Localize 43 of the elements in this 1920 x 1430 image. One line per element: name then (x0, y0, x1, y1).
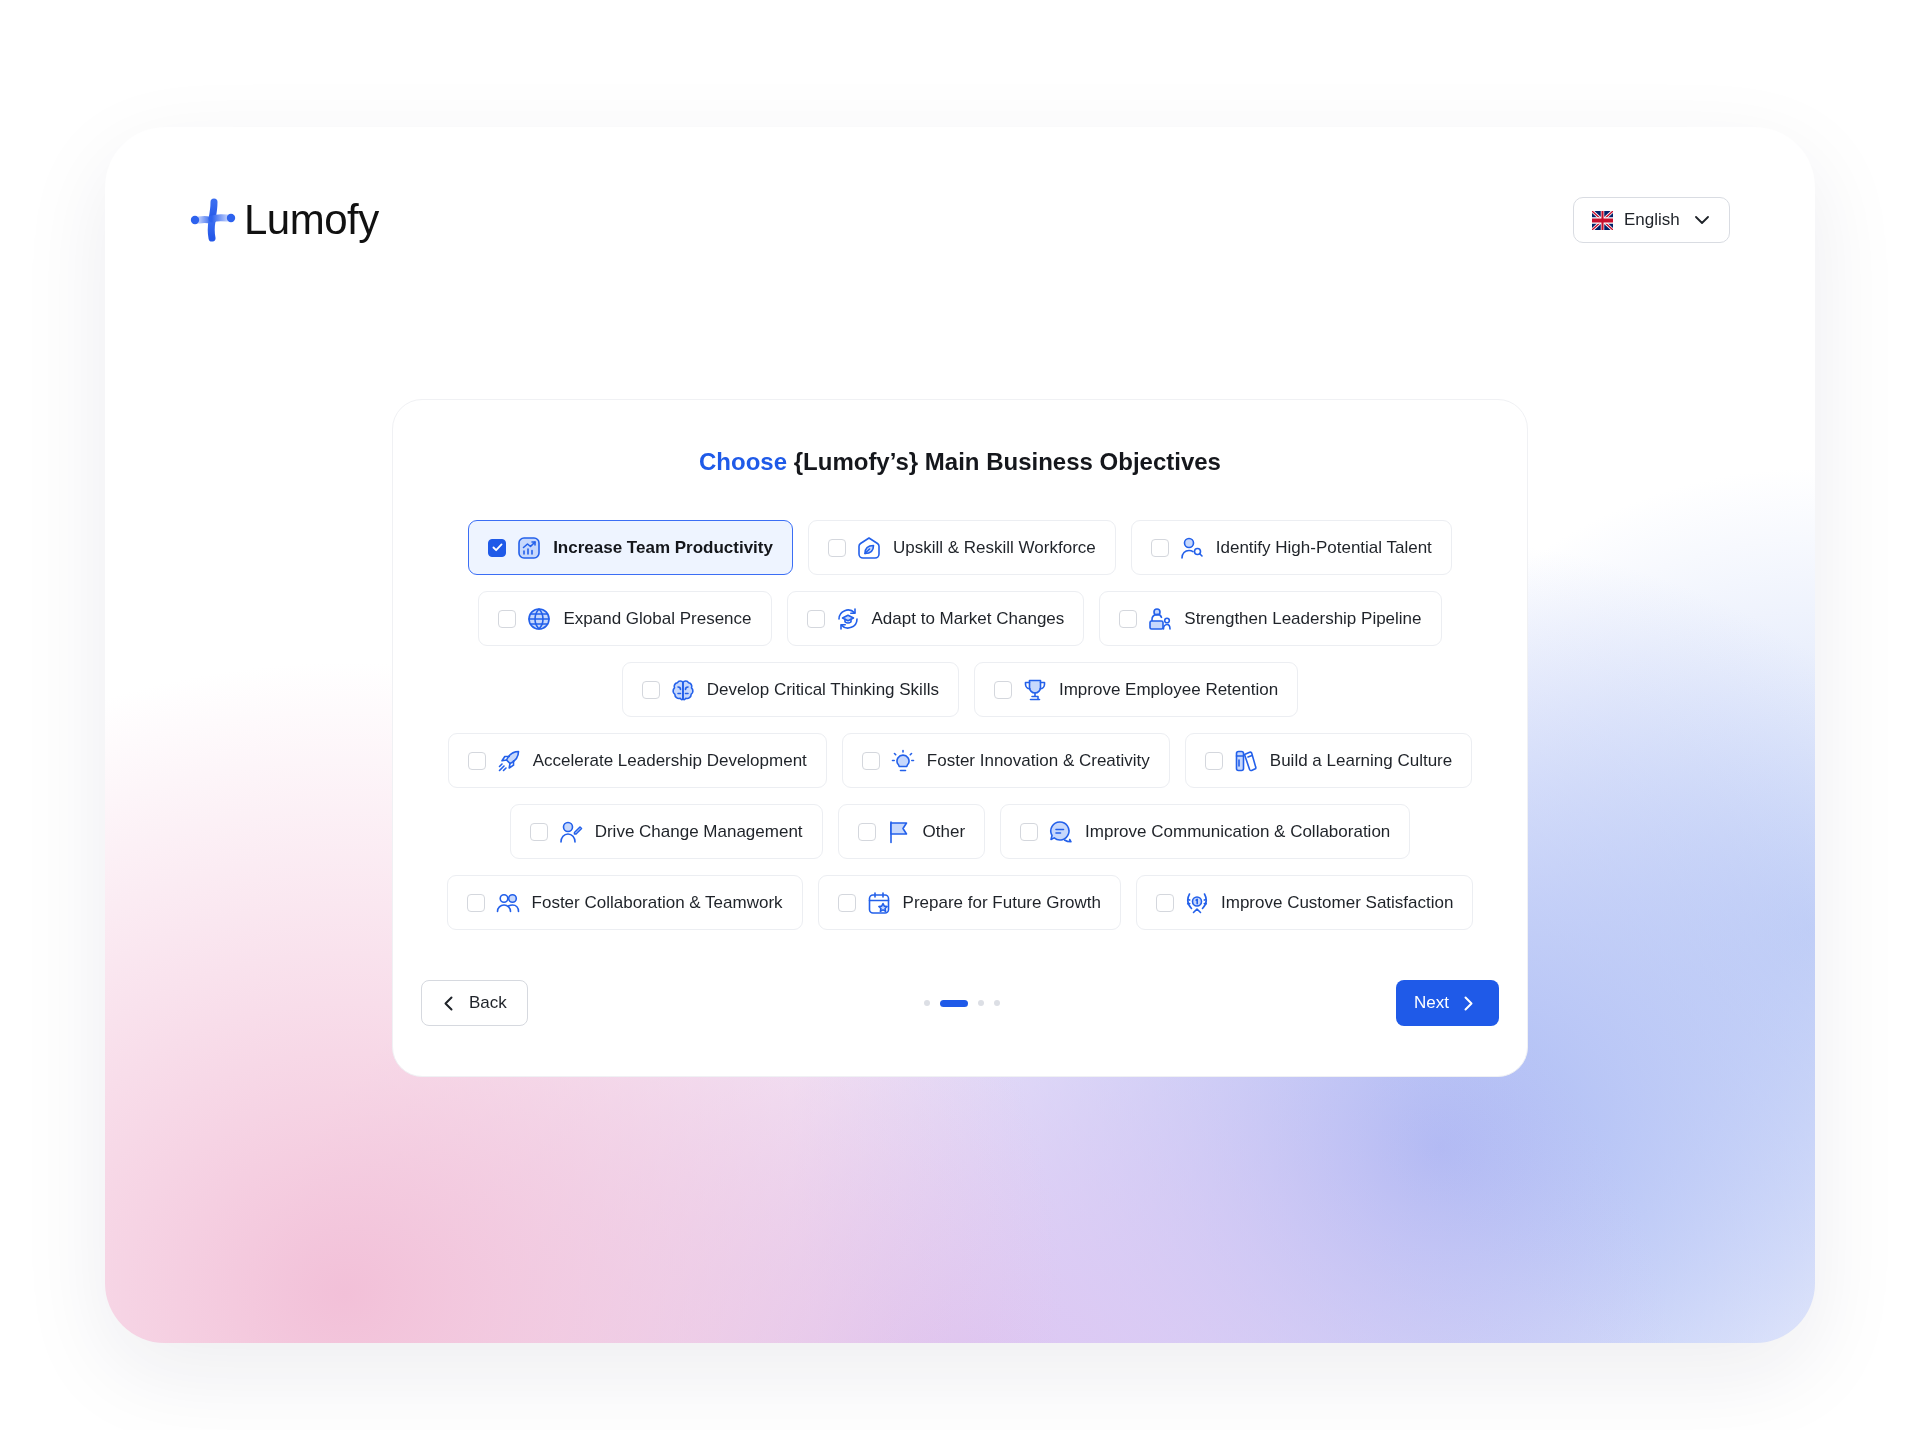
person-laptop-icon (1148, 606, 1173, 631)
objective-option[interactable]: Prepare for Future Growth (817, 875, 1121, 930)
objective-option[interactable]: Improve Communication & Collaboration (1000, 804, 1411, 859)
chart-icon (517, 535, 542, 560)
objective-option[interactable]: Upskill & Reskill Workforce (807, 520, 1116, 575)
lightbulb-icon (890, 748, 915, 773)
logo-icon (190, 198, 236, 242)
next-button[interactable]: Next (1396, 980, 1499, 1026)
brand-name: Lumofy (244, 196, 379, 244)
objective-option[interactable]: Adapt to Market Changes (786, 591, 1085, 646)
page-title: Choose {Lumofy’s} Main Business Objectives (698, 447, 1222, 477)
laurel-medal-icon (1185, 890, 1209, 915)
chat-icon (1049, 819, 1074, 844)
objective-option[interactable]: Improve Customer Satisfaction (1136, 875, 1474, 930)
objective-option[interactable]: Foster Innovation & Creativity (841, 733, 1170, 788)
objective-option[interactable]: Increase Team Productivity (468, 520, 793, 575)
books-icon (1233, 748, 1258, 773)
chevron-left-icon (444, 995, 453, 1011)
objective-option[interactable]: Strengthen Leadership Pipeline (1099, 591, 1442, 646)
language-selector[interactable]: English (1573, 197, 1730, 243)
chevron-right-icon (1463, 995, 1473, 1011)
objective-option[interactable]: Accelerate Leadership Development (447, 733, 827, 788)
objective-option[interactable]: Build a Learning Culture (1184, 733, 1473, 788)
back-button[interactable]: Back (421, 980, 528, 1026)
uk-flag-icon (1592, 210, 1613, 230)
trophy-icon (1022, 677, 1047, 702)
objective-option[interactable]: Other (837, 804, 986, 859)
objective-option[interactable]: Expand Global Presence (478, 591, 772, 646)
brain-icon (670, 677, 695, 702)
checkmark-icon (491, 543, 503, 552)
checkbox[interactable] (488, 538, 507, 557)
person-search-icon (1179, 535, 1204, 560)
objective-option[interactable]: Drive Change Management (509, 804, 823, 859)
globe-icon (527, 606, 552, 631)
leaf-icon (856, 535, 881, 560)
graduation-cap-icon (835, 606, 860, 631)
objective-option[interactable]: Improve Employee Retention (973, 662, 1299, 717)
objective-option[interactable]: Foster Collaboration & Teamwork (446, 875, 803, 930)
objective-option[interactable]: Identify High-Potential Talent (1130, 520, 1452, 575)
objective-option[interactable]: Develop Critical Thinking Skills (621, 662, 959, 717)
rocket-icon (496, 748, 521, 773)
person-pencil-icon (558, 819, 583, 844)
chevron-down-icon (1695, 216, 1709, 224)
